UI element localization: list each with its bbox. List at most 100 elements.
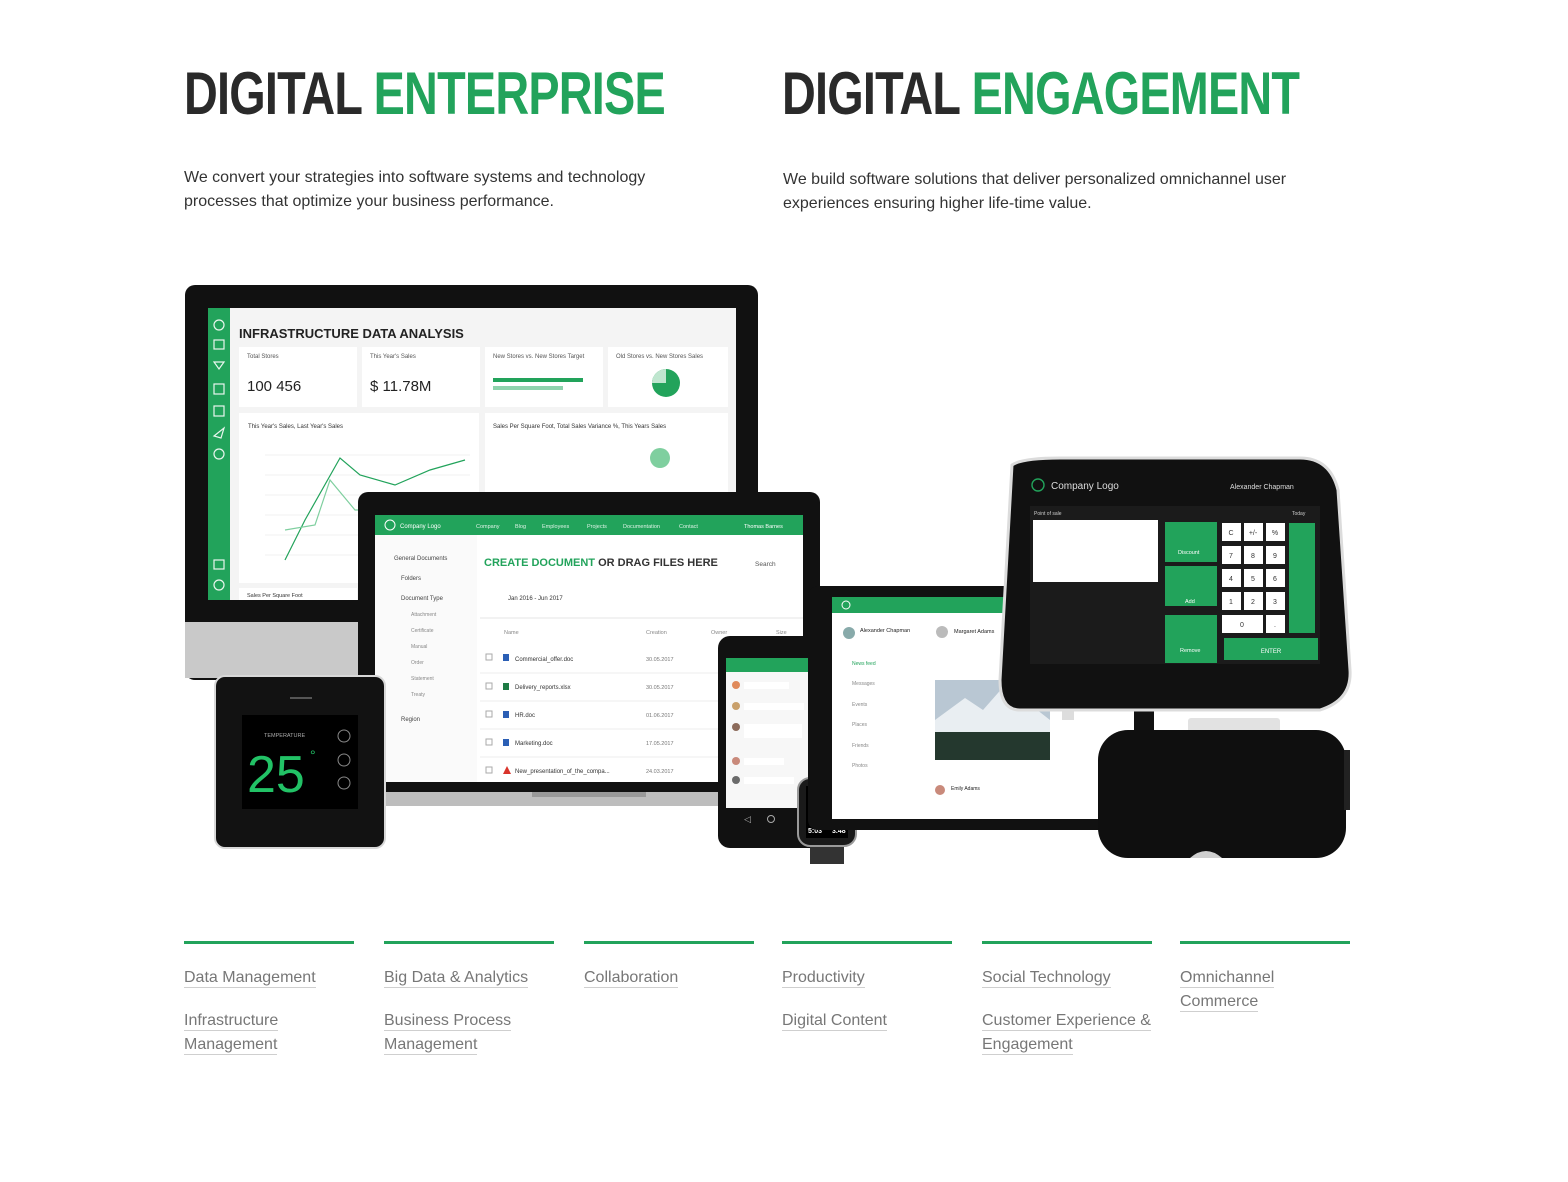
pos-key[interactable]: +/- [1249,530,1258,537]
devices-illustration: INFRASTRUCTURE DATA ANALYSIS Total Store… [0,270,1568,890]
column-divider [1180,941,1350,944]
tablet-menu-photos[interactable]: Photos [852,763,868,769]
pos-logo: Company Logo [1051,481,1119,492]
laptop-user[interactable]: Thomas Barnes [744,524,783,530]
link-data-management[interactable]: Data Management [184,969,316,988]
pos-key[interactable]: 7 [1229,553,1233,560]
sidebar-attachment[interactable]: Attachment [411,612,437,618]
file-row-date: 30.05.2017 [646,685,674,691]
laptop-nav-projects[interactable]: Projects [587,524,607,530]
pos-today[interactable]: Today [1292,511,1306,517]
sidebar-general-documents[interactable]: General Documents [394,556,447,562]
link-digital-content[interactable]: Digital Content [782,1012,887,1031]
pos-key[interactable]: C [1228,530,1233,537]
tablet-menu-events[interactable]: Events [852,702,868,708]
sidebar-treaty[interactable]: Treaty [411,692,425,698]
column-divider [384,941,554,944]
chart2-title: Sales Per Square Foot, Total Sales Varia… [493,424,666,430]
pos-terminal: Company Logo Alexander Chapman Point of … [998,456,1352,712]
file-row-name[interactable]: Marketing.doc [515,741,553,747]
sidebar-document-type[interactable]: Document Type [401,596,444,602]
thermostat: TEMPERATURE 25 ° [214,675,386,849]
pos-key[interactable]: 6 [1273,576,1277,583]
pos-key[interactable]: % [1272,530,1278,537]
column-collaboration: Collaboration [584,941,754,1009]
laptop-nav-employees[interactable]: Employees [542,524,569,530]
laptop-nav-company[interactable]: Company [476,524,500,530]
pos-key[interactable]: 2 [1251,599,1255,606]
capabilities-columns: Data Management Infrastructure Managemen… [184,941,1350,1081]
thermostat-label: TEMPERATURE [264,733,305,739]
thermostat-unit: ° [310,747,316,763]
pos-user[interactable]: Alexander Chapman [1230,484,1294,491]
pos-add-label: Add [1185,599,1195,605]
file-row-name[interactable]: HR.doc [515,713,535,719]
pos-remove-button[interactable] [1165,615,1217,663]
column-productivity: Productivity Digital Content [782,941,952,1052]
vr-headset [1098,718,1350,858]
tablet-menu-news-feed[interactable]: News feed [852,661,876,667]
file-row-date: 30.05.2017 [646,657,674,663]
pos-remove-label: Remove [1180,648,1200,654]
tablet-menu-friends[interactable]: Friends [852,743,869,749]
link-infrastructure-management[interactable]: Infrastructure Management [184,1012,279,1055]
sidebar-certificate[interactable]: Certificate [411,628,434,634]
enterprise-description: We convert your strategies into software… [184,169,646,210]
pos-key[interactable]: 5 [1251,576,1255,583]
link-productivity[interactable]: Productivity [782,969,865,988]
pos-key[interactable]: 3 [1273,599,1277,606]
link-big-data-analytics[interactable]: Big Data & Analytics [384,969,529,988]
link-business-process-management[interactable]: Business Process Management [384,1012,512,1055]
laptop-nav-blog[interactable]: Blog [515,524,526,530]
pos-key[interactable]: 9 [1273,553,1277,560]
file-row-name[interactable]: Delivery_reports.xlsx [515,685,571,691]
column-owner[interactable]: Owner [711,630,727,636]
link-omnichannel-commerce[interactable]: Omnichannel Commerce [1180,969,1275,1012]
pos-key[interactable]: 8 [1251,553,1255,560]
laptop-search[interactable]: Search [755,561,776,568]
heading-word-engagement: ENGAGEMENT [971,60,1300,127]
laptop-nav-contact[interactable]: Contact [679,524,698,530]
laptop-logo: Company Logo [400,524,441,530]
column-name[interactable]: Name [504,630,519,636]
pos-tab[interactable]: Point of sale [1034,511,1062,517]
laptop-period[interactable]: Jan 2016 - Jun 2017 [508,596,563,602]
sidebar-manual[interactable]: Manual [411,644,427,650]
link-social-technology[interactable]: Social Technology [982,969,1111,988]
pos-discount-button[interactable] [1165,522,1217,562]
card-label: Total Stores [247,354,279,360]
column-divider [184,941,354,944]
column-creation[interactable]: Creation [646,630,667,636]
desktop-footer-label: Sales Per Square Foot [247,593,303,599]
pos-discount-label: Discount [1178,550,1200,556]
digital-enterprise-heading: DIGITAL ENTERPRISE [184,64,666,124]
file-row-name[interactable]: New_presentation_of_the_compa... [515,769,610,775]
heading-word-digital: DIGITAL [184,60,362,127]
pos-key[interactable]: . [1274,622,1276,629]
thermostat-value: 25 [247,746,305,804]
file-row-date: 01.06.2017 [646,713,674,719]
pos-enter-label: ENTER [1261,649,1282,655]
link-customer-experience-engagement[interactable]: Customer Experience & Engagement [982,1012,1151,1055]
sidebar-region[interactable]: Region [401,717,420,723]
pos-key[interactable]: 1 [1229,599,1233,606]
file-row-name[interactable]: Commercial_offer.doc [515,657,573,663]
sidebar-order[interactable]: Order [411,660,424,666]
sidebar-folders[interactable]: Folders [401,576,421,582]
column-social: Social Technology Customer Experience & … [982,941,1152,1076]
column-size[interactable]: Size [776,630,787,636]
column-analytics: Big Data & Analytics Business Process Ma… [384,941,554,1076]
pos-key[interactable]: 4 [1229,576,1233,583]
tablet-menu-places[interactable]: Places [852,722,868,728]
laptop-nav-documentation[interactable]: Documentation [623,524,660,530]
desktop-title: INFRASTRUCTURE DATA ANALYSIS [239,326,464,341]
tablet-user: Alexander Chapman [860,628,910,634]
pos-key[interactable]: 0 [1240,622,1244,629]
create-document-header[interactable]: CREATE DOCUMENT OR DRAG FILES HERE [484,557,718,569]
link-collaboration[interactable]: Collaboration [584,969,679,988]
column-divider [584,941,754,944]
heading-word-enterprise: ENTERPRISE [373,60,666,127]
back-icon[interactable]: ◁ [744,815,751,825]
sidebar-statement[interactable]: Statement [411,676,434,682]
tablet-menu-messages[interactable]: Messages [852,681,875,687]
